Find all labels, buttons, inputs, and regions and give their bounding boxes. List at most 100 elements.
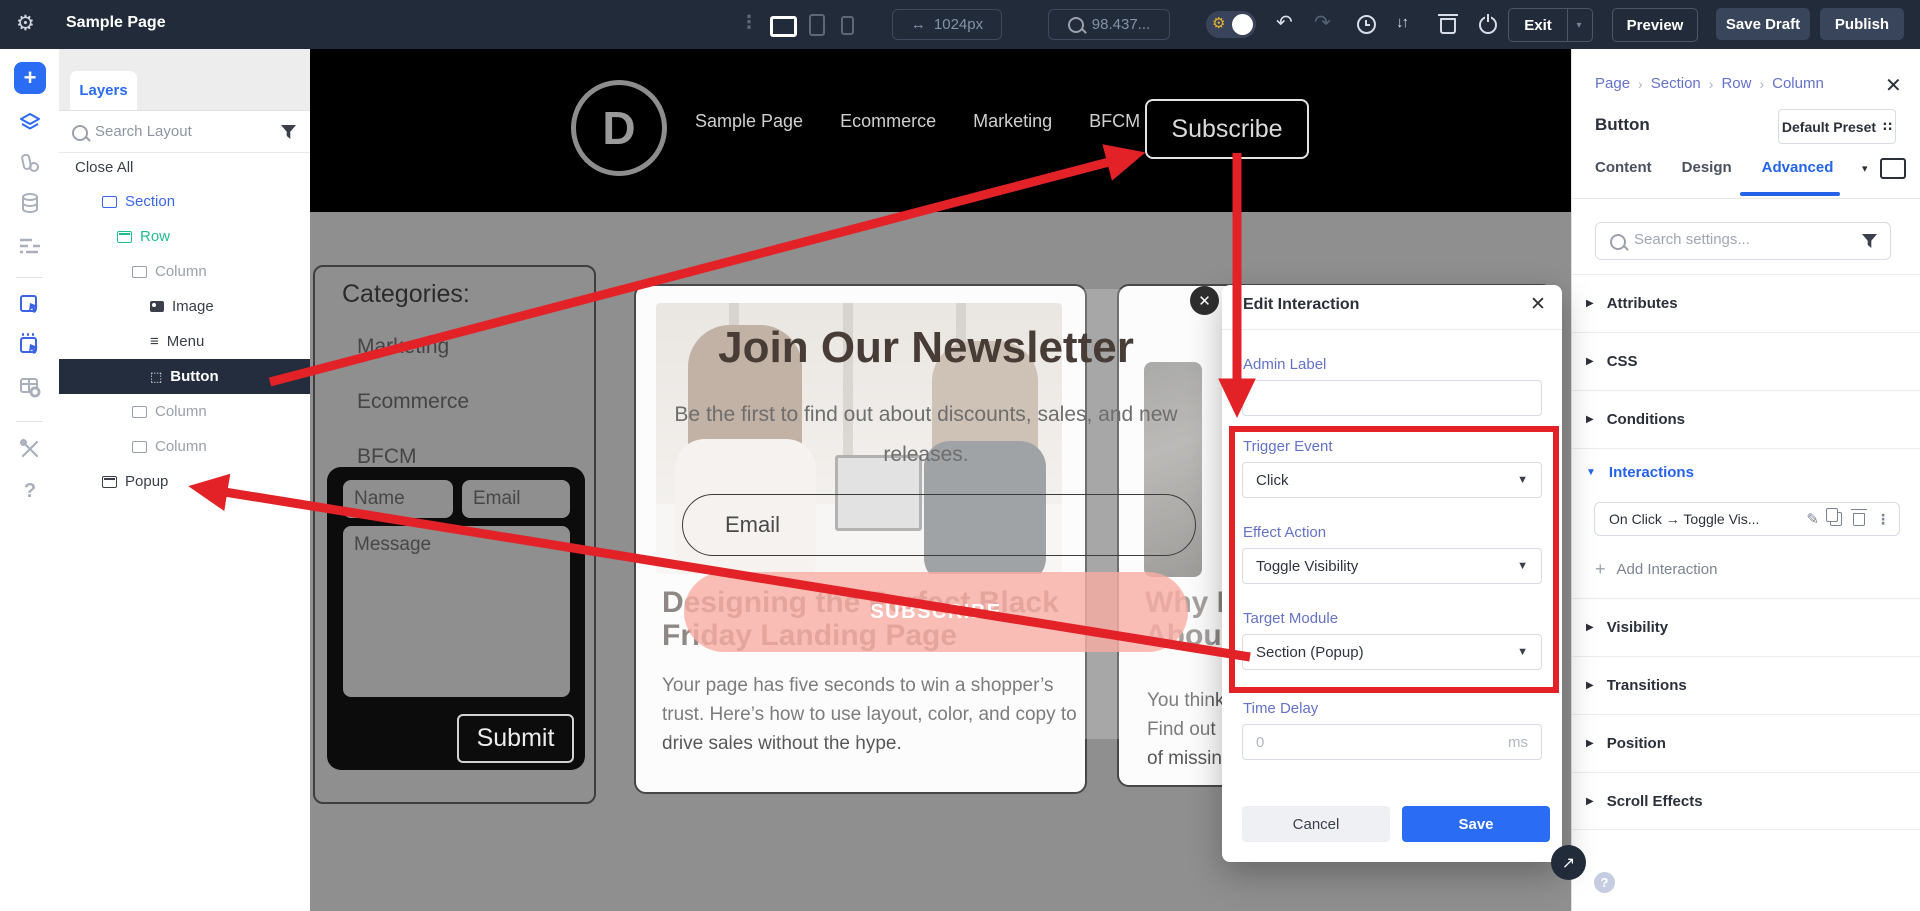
delete-icon[interactable] [1853, 513, 1865, 526]
desktop-preview-icon[interactable] [1880, 158, 1906, 179]
admin-label-input[interactable] [1242, 380, 1542, 416]
trash-icon[interactable] [1440, 18, 1456, 34]
subscribe-button[interactable]: Subscribe [1145, 99, 1309, 159]
cancel-button[interactable]: Cancel [1242, 806, 1390, 842]
edit-pencil-icon[interactable]: ✎ [1806, 510, 1819, 528]
desktop-view-icon[interactable] [770, 16, 797, 37]
search-icon [72, 125, 88, 141]
submit-button[interactable]: Submit [457, 714, 574, 763]
layer-item-menu[interactable]: ≡ Menu [59, 324, 310, 359]
window-status-icon[interactable] [14, 371, 46, 403]
list-view-icon[interactable] [14, 231, 46, 263]
exit-button[interactable]: Exit [1508, 8, 1568, 42]
data-icon[interactable] [14, 187, 46, 219]
viewport-width-input[interactable]: ↔ 1024px [892, 9, 1002, 40]
panel-drag-handle[interactable]: ↗ [1551, 845, 1586, 880]
nav-link[interactable]: BFCM [1089, 111, 1140, 132]
phone-view-icon[interactable] [841, 16, 854, 35]
layers-search[interactable]: Search Layout [59, 110, 310, 153]
tools-icon[interactable] [14, 433, 46, 465]
accordion-interactions-expanded[interactable]: ▼ Interactions [1572, 448, 1920, 496]
interaction-item[interactable]: On Click → Toggle Vis... ✎ ⋮ [1594, 502, 1900, 536]
accordion-css[interactable]: ▶ CSS [1572, 332, 1920, 390]
tab-design[interactable]: Design [1682, 159, 1732, 176]
message-field[interactable]: Message [343, 526, 570, 697]
breadcrumb-link[interactable]: Page [1595, 75, 1630, 92]
portability-icon[interactable] [1479, 16, 1497, 34]
email-field[interactable] [462, 480, 570, 518]
name-field[interactable] [343, 480, 453, 518]
layer-item-column[interactable]: Column [59, 254, 310, 289]
default-preset-button[interactable]: Default Preset ∷ [1778, 109, 1896, 144]
accordion-scroll-effects[interactable]: ▶ Scroll Effects [1572, 772, 1920, 830]
redo-icon[interactable]: ↷ [1314, 13, 1331, 33]
history-icon[interactable] [1357, 15, 1376, 34]
design-presets-icon[interactable] [14, 147, 46, 179]
breadcrumb-link[interactable]: Column [1772, 75, 1824, 92]
category-link[interactable]: BFCM [357, 445, 417, 469]
category-link[interactable]: Marketing [357, 335, 449, 359]
tab-content[interactable]: Content [1595, 159, 1652, 176]
filter-funnel-icon[interactable] [1862, 234, 1877, 248]
tab-advanced[interactable]: Advanced [1762, 159, 1834, 176]
newsletter-subscribe-button[interactable]: SUBSCRIBE [684, 572, 1188, 652]
modal-close-icon[interactable]: ✕ [1530, 293, 1546, 316]
multi-select-icon[interactable] [14, 329, 46, 361]
add-interaction-button[interactable]: + Add Interaction [1595, 559, 1920, 580]
close-all-link[interactable]: Close All [75, 159, 133, 176]
preview-button[interactable]: Preview [1612, 8, 1698, 42]
newsletter-email-input[interactable]: Email [682, 494, 1196, 556]
time-delay-input[interactable]: 0 ms [1242, 724, 1542, 760]
add-module-button[interactable]: + [14, 62, 46, 94]
accordion-attributes[interactable]: ▶ Attributes [1572, 274, 1920, 332]
tablet-view-icon[interactable] [809, 14, 825, 36]
help-bubble-icon[interactable]: ? [1594, 872, 1615, 893]
save-button[interactable]: Save [1402, 806, 1550, 842]
duplicate-icon[interactable] [1830, 512, 1842, 526]
breadcrumb-link[interactable]: Section [1651, 75, 1701, 92]
interaction-mode-toggle[interactable]: ⚙ [1206, 11, 1256, 38]
layer-item-button-selected[interactable]: ⬚ Button [59, 359, 310, 394]
accordion-visibility[interactable]: ▶ Visibility [1572, 598, 1920, 656]
nav-link[interactable]: Sample Page [695, 111, 803, 132]
layer-item-row[interactable]: Row [59, 219, 310, 254]
filter-funnel-icon[interactable] [281, 125, 296, 139]
drag-handle-dots-icon[interactable]: ⋮ [740, 12, 756, 33]
target-module-select[interactable]: Section (Popup) ▼ [1242, 634, 1542, 670]
layer-item-column[interactable]: Column [59, 429, 310, 464]
select-module-icon[interactable] [14, 289, 46, 321]
layers-icon[interactable] [14, 107, 46, 139]
help-icon[interactable]: ? [14, 475, 46, 507]
chevron-right-icon: ▶ [1586, 622, 1594, 633]
nav-link[interactable]: Ecommerce [840, 111, 936, 132]
category-link[interactable]: Ecommerce [357, 390, 469, 414]
layer-item-section[interactable]: Section [59, 184, 310, 219]
accordion-conditions[interactable]: ▶ Conditions [1572, 390, 1920, 448]
panel-close-icon[interactable]: ✕ [1885, 73, 1902, 98]
module-title: Button [1595, 115, 1650, 135]
breadcrumb-link[interactable]: Row [1721, 75, 1751, 92]
builder-settings-gear-icon[interactable]: ⚙ [16, 11, 35, 36]
exit-dropdown-caret[interactable]: ▾ [1566, 8, 1593, 42]
tab-layers[interactable]: Layers [70, 71, 137, 110]
publish-button[interactable]: Publish [1820, 8, 1904, 40]
accordion-transitions[interactable]: ▶ Transitions [1572, 656, 1920, 714]
trigger-event-select[interactable]: Click ▼ [1242, 462, 1542, 498]
zoom-level-input[interactable]: 98.437... [1048, 9, 1170, 40]
layer-item-popup[interactable]: Popup [59, 464, 310, 499]
sort-arrows-icon[interactable]: ↓↑ [1396, 14, 1407, 31]
undo-icon[interactable]: ↶ [1276, 13, 1293, 33]
effect-action-select[interactable]: Toggle Visibility ▼ [1242, 548, 1542, 584]
save-draft-button[interactable]: Save Draft [1716, 8, 1810, 40]
edit-interaction-modal: Edit Interaction ✕ Admin Label Trigger E… [1222, 285, 1562, 862]
more-options-icon[interactable]: ⋮ [1876, 511, 1889, 528]
site-logo[interactable]: D [571, 80, 667, 176]
categories-title: Categories: [342, 280, 470, 309]
tabs-caret-icon[interactable]: ▾ [1862, 162, 1868, 175]
settings-search-input[interactable]: Search settings... [1595, 222, 1891, 260]
accordion-position[interactable]: ▶ Position [1572, 714, 1920, 772]
nav-link[interactable]: Marketing [973, 111, 1052, 132]
layer-item-image[interactable]: Image [59, 289, 310, 324]
layer-item-column[interactable]: Column [59, 394, 310, 429]
popup-close-icon[interactable]: ✕ [1190, 286, 1219, 315]
